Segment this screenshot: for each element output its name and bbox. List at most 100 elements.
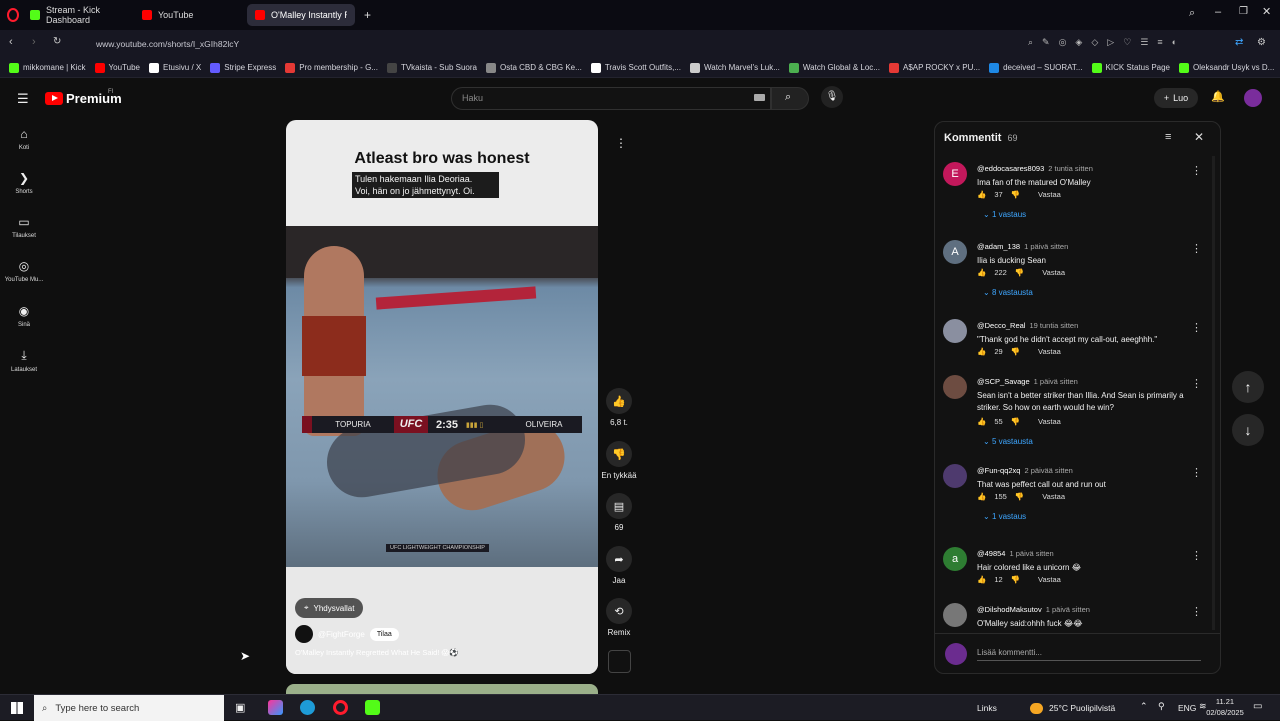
view-replies-button[interactable]: ⌄ 1 vastaus xyxy=(983,210,1026,219)
thumbs-up-icon[interactable]: 👍 xyxy=(606,388,632,414)
task-view-icon[interactable]: ▣ xyxy=(235,701,245,714)
language-indicator[interactable]: ENG xyxy=(1178,695,1196,721)
create-button[interactable]: + Luo xyxy=(1154,88,1198,108)
bookmark-item[interactable]: KICK Status Page xyxy=(1091,62,1170,73)
comment-more-icon[interactable]: ⋮ xyxy=(1191,164,1202,177)
nav-item-downloads[interactable]: ⤓ Lataukset xyxy=(4,348,44,373)
thumbs-up-icon[interactable]: 👍 xyxy=(977,417,986,426)
reply-button[interactable]: Vastaa xyxy=(1038,347,1061,356)
nav-item-shorts[interactable]: ❯ Shorts xyxy=(4,171,44,195)
share-action[interactable]: ➦ Jaa xyxy=(600,546,638,585)
bookmark-item[interactable]: YouTube xyxy=(94,62,140,73)
sort-icon[interactable]: ≡ xyxy=(1165,131,1171,143)
more-options-icon[interactable]: ⋮ xyxy=(615,136,627,150)
nav-item-home[interactable]: ⌂ Koti xyxy=(4,127,44,151)
network-icon[interactable]: ⚲ xyxy=(1158,701,1165,712)
maximize-window-icon[interactable]: ❐ xyxy=(1239,6,1248,17)
browser-tab-active[interactable]: O'Malley Instantly Re xyxy=(247,4,355,26)
bookmark-item[interactable]: Watch Marvel's Luk... xyxy=(689,62,780,73)
search-button[interactable]: ⌕ xyxy=(771,87,809,110)
channel-handle[interactable]: @FightForge xyxy=(318,630,365,639)
comment-author[interactable]: @eddocasares8093 xyxy=(977,164,1044,173)
tray-expand-icon[interactable]: ⌃ xyxy=(1140,701,1148,712)
thumbs-up-icon[interactable]: 👍 xyxy=(977,575,986,584)
thumbs-down-icon[interactable]: 👎 xyxy=(1015,268,1024,277)
nav-item-subscriptions[interactable]: ▭ Tilaukset xyxy=(4,215,44,239)
thumbs-down-icon[interactable]: 👎 xyxy=(1011,417,1020,426)
vpn-icon[interactable]: ⇄ xyxy=(1235,37,1243,48)
thumbs-up-icon[interactable]: 👍 xyxy=(977,190,986,199)
share-icon[interactable]: ➦ xyxy=(606,546,632,572)
comment-author[interactable]: @49854 xyxy=(977,549,1005,558)
thumbs-up-icon[interactable]: 👍 xyxy=(977,347,986,356)
settings-icon[interactable]: ⚙ xyxy=(1257,37,1266,48)
opera-logo-icon[interactable] xyxy=(7,8,19,22)
channel-avatar[interactable] xyxy=(295,625,313,643)
thumbs-down-icon[interactable]: 👎 xyxy=(1011,190,1020,199)
bookmark-item[interactable]: deceived – SUORAT... xyxy=(989,62,1083,73)
back-icon[interactable]: ‹ xyxy=(9,36,13,48)
commenter-avatar[interactable]: A xyxy=(943,240,967,264)
notifications-bell-icon[interactable]: 🔔 xyxy=(1211,90,1225,103)
thumbs-down-icon[interactable]: 👎 xyxy=(1011,347,1020,356)
reply-button[interactable]: Vastaa xyxy=(1038,190,1061,199)
bookmark-item[interactable]: A$AP ROCKY x PU... xyxy=(888,62,980,73)
pinned-app-icon[interactable] xyxy=(268,700,283,715)
view-replies-button[interactable]: ⌄ 1 vastaus xyxy=(983,512,1026,521)
bookmark-item[interactable]: Watch Global & Loc... xyxy=(788,62,880,73)
thumbs-down-icon[interactable]: 👎 xyxy=(1015,492,1024,501)
reply-button[interactable]: Vastaa xyxy=(1038,417,1061,426)
edge-browser-icon[interactable] xyxy=(300,700,315,715)
comment-author[interactable]: @adam_138 xyxy=(977,242,1020,251)
comment-more-icon[interactable]: ⋮ xyxy=(1191,242,1202,255)
opera-taskbar-icon[interactable] xyxy=(333,700,348,715)
reply-button[interactable]: Vastaa xyxy=(1042,268,1065,277)
new-tab-button[interactable]: + xyxy=(364,8,371,22)
comment-author[interactable]: @Fun-qq2xq xyxy=(977,466,1020,475)
forward-icon[interactable]: › xyxy=(32,36,36,48)
close-window-icon[interactable]: ✕ xyxy=(1262,5,1271,18)
commenter-avatar[interactable] xyxy=(943,319,967,343)
remix-icon[interactable]: ⟲ xyxy=(606,598,632,624)
comment-more-icon[interactable]: ⋮ xyxy=(1191,377,1202,390)
next-short-button[interactable]: ↓ xyxy=(1232,414,1264,446)
comment-author[interactable]: @Decco_Real xyxy=(977,321,1025,330)
commenter-avatar[interactable] xyxy=(943,375,967,399)
location-pill[interactable]: ⌖ Yhdysvallat xyxy=(295,598,364,618)
clock[interactable]: 11.21 02/08/2025 xyxy=(1200,696,1250,718)
bookmark-item[interactable]: Travis Scott Outfits,... xyxy=(590,62,681,73)
commenter-avatar[interactable] xyxy=(943,603,967,627)
kick-app-icon[interactable] xyxy=(365,700,380,715)
comment-more-icon[interactable]: ⋮ xyxy=(1191,605,1202,618)
bookmark-item[interactable]: TVkaista - Sub Suora xyxy=(386,62,477,73)
account-avatar[interactable] xyxy=(1244,89,1262,107)
subscribe-button[interactable]: Tilaa xyxy=(369,627,399,641)
bookmark-item[interactable]: Osta CBD & CBG Ke... xyxy=(486,62,582,73)
comment-more-icon[interactable]: ⋮ xyxy=(1191,549,1202,562)
thumbs-up-icon[interactable]: 👍 xyxy=(977,268,986,277)
short-video-player[interactable]: Atleast bro was honest Tulen hakemaan Il… xyxy=(286,120,598,674)
bookmark-item[interactable]: Stripe Express xyxy=(210,62,276,73)
video-frame[interactable] xyxy=(286,226,598,567)
previous-short-button[interactable]: ↑ xyxy=(1232,371,1264,403)
remix-action[interactable]: ⟲ Remix xyxy=(600,598,638,637)
search-tabs-icon[interactable]: ⌕ xyxy=(1189,7,1195,20)
bookmark-item[interactable]: Pro membership - G... xyxy=(285,62,378,73)
comment-icon[interactable]: ▤ xyxy=(606,493,632,519)
comments-action[interactable]: ▤ 69 xyxy=(600,493,638,532)
notifications-center-icon[interactable]: ▭ xyxy=(1253,701,1262,712)
minimize-window-icon[interactable]: – xyxy=(1215,6,1221,18)
keyboard-icon[interactable] xyxy=(754,94,765,101)
weather-widget[interactable]: 25°C Puolipilvistä xyxy=(1030,695,1115,721)
taskbar-search[interactable]: ⌕ Type here to search xyxy=(34,695,224,721)
reply-button[interactable]: Vastaa xyxy=(1042,492,1065,501)
dislike-action[interactable]: 👎 En tykkää xyxy=(600,441,638,480)
add-comment-input[interactable]: Lisää kommentti... xyxy=(977,648,1201,661)
nav-item-you[interactable]: ◉ Sinä xyxy=(4,304,44,328)
browser-tab-0[interactable]: Stream - Kick Dashboard xyxy=(22,4,134,26)
next-short-preview[interactable] xyxy=(286,684,598,694)
thumbs-down-icon[interactable]: 👎 xyxy=(1011,575,1020,584)
reply-button[interactable]: Vastaa xyxy=(1038,575,1061,584)
sound-thumbnail[interactable] xyxy=(608,650,631,673)
nav-item-music[interactable]: ◎ YouTube Mu... xyxy=(4,259,44,283)
